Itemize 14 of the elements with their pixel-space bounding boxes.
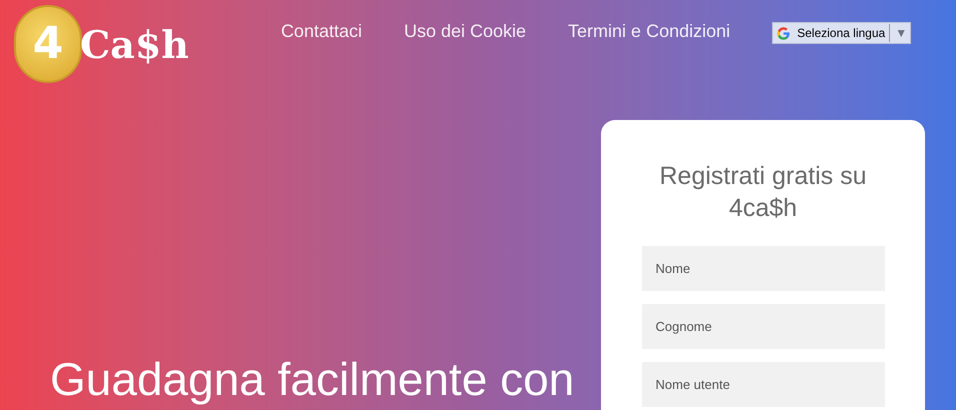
input-field[interactable]: Nome	[642, 246, 884, 291]
hero-headline: Guadagna facilmente con	[50, 352, 574, 407]
language-label: Seleziona lingua	[797, 24, 890, 42]
dropdown-arrow: ▼	[895, 25, 908, 42]
logo-digit: 4	[32, 17, 64, 71]
logo-text: Ca$h	[80, 20, 189, 68]
input-field[interactable]: Cognome	[642, 304, 884, 349]
language-select[interactable]: Seleziona lingua ▼	[772, 22, 912, 44]
nav-link[interactable]: Termini e Condizioni	[568, 18, 730, 45]
input-field[interactable]: Nome utente	[642, 362, 884, 407]
signup-title: Registrati gratis su 4ca$h	[658, 161, 868, 224]
google-icon	[776, 26, 792, 40]
nav-link[interactable]: Uso dei Cookie	[404, 18, 526, 45]
nav-link[interactable]: Contattaci	[280, 18, 362, 45]
